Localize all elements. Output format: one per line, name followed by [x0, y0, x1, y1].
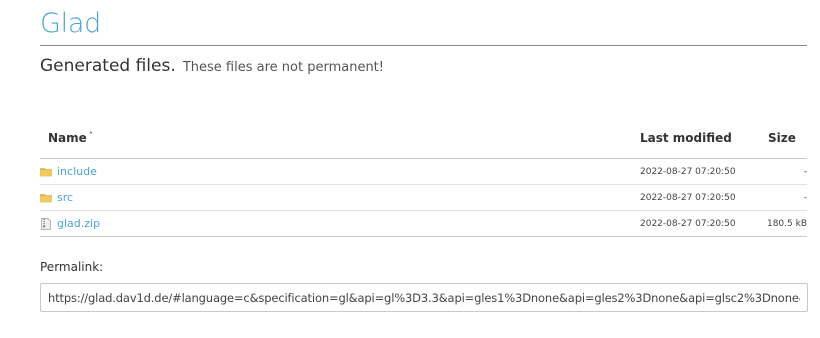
- column-header-name[interactable]: Name ˄: [48, 131, 93, 145]
- permalink-label: Permalink:: [40, 260, 104, 274]
- folder-icon: [40, 167, 52, 176]
- table-row: glad.zip 2022-08-27 07:20:50 180.5 kB: [40, 211, 807, 237]
- zip-file-icon: [41, 217, 51, 230]
- column-header-last-modified[interactable]: Last modified: [640, 131, 732, 145]
- file-link-include[interactable]: include: [40, 165, 97, 178]
- column-header-name-label: Name: [48, 131, 87, 145]
- column-header-size[interactable]: Size: [768, 131, 796, 145]
- sort-ascending-icon: ˄: [88, 131, 93, 140]
- file-modified: 2022-08-27 07:20:50: [640, 193, 736, 203]
- file-modified: 2022-08-27 07:20:50: [640, 167, 736, 177]
- folder-icon: [40, 193, 52, 202]
- file-link-src[interactable]: src: [40, 191, 73, 204]
- file-name: glad.zip: [57, 217, 101, 230]
- table-header: Name ˄ Last modified Size: [40, 118, 807, 159]
- file-name: include: [57, 165, 97, 178]
- subtitle-main: Generated files.: [40, 56, 176, 76]
- file-size: -: [803, 167, 807, 177]
- file-size: -: [803, 193, 807, 203]
- file-name: src: [57, 191, 74, 204]
- page-title: Glad: [40, 8, 101, 39]
- file-link-glad-zip[interactable]: glad.zip: [40, 217, 100, 230]
- file-size: 180.5 kB: [766, 219, 807, 229]
- table-row: include 2022-08-27 07:20:50 -: [40, 159, 807, 185]
- file-table: Name ˄ Last modified Size include 2022-08…: [40, 118, 807, 237]
- title-divider: [40, 45, 807, 46]
- table-row: src 2022-08-27 07:20:50 -: [40, 185, 807, 211]
- permalink-input[interactable]: [40, 283, 808, 312]
- subtitle-note: These files are not permanent!: [182, 60, 384, 75]
- file-modified: 2022-08-27 07:20:50: [640, 219, 736, 229]
- subtitle: Generated files. These files are not per…: [40, 56, 384, 76]
